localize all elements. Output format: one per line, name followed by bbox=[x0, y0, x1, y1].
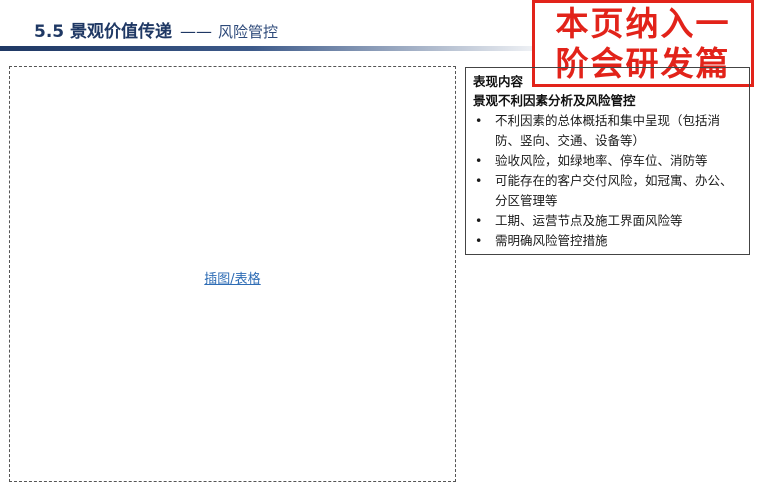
stamp-line-1: 本页纳入一 bbox=[555, 3, 731, 43]
content-heading: 表现内容 bbox=[473, 74, 524, 89]
slide-page: 5.5 景观价值传递 —— 风险管控 本页纳入一 阶会研发篇 插图/表格 表现内… bbox=[0, 0, 760, 483]
list-item: 需明确风险管控措施 bbox=[473, 231, 743, 251]
page-subtitle: 风险管控 bbox=[218, 23, 279, 41]
insert-figure-table-link[interactable]: 插图/表格 bbox=[10, 268, 455, 287]
content-subheading: 景观不利因素分析及风险管控 bbox=[473, 93, 636, 108]
list-item: 工期、运营节点及施工界面风险等 bbox=[473, 211, 743, 231]
list-item: 验收风险，如绿地率、停车位、消防等 bbox=[473, 151, 743, 171]
title-dash: —— bbox=[180, 22, 213, 41]
bullet-list: 不利因素的总体概括和集中呈现（包括消防、竖向、交通、设备等） 验收风险，如绿地率… bbox=[473, 111, 743, 251]
list-item: 可能存在的客户交付风险，如冠寓、办公、分区管理等 bbox=[473, 171, 743, 211]
content-panel: 表现内容 景观不利因素分析及风险管控 不利因素的总体概括和集中呈现（包括消防、竖… bbox=[465, 67, 750, 255]
page-title-row: 5.5 景观价值传递 —— 风险管控 bbox=[34, 17, 278, 43]
page-title: 5.5 景观价值传递 bbox=[34, 22, 173, 42]
figure-table-placeholder[interactable]: 插图/表格 bbox=[9, 66, 456, 482]
list-item: 不利因素的总体概括和集中呈现（包括消防、竖向、交通、设备等） bbox=[473, 111, 743, 151]
title-underline-bar bbox=[0, 46, 560, 51]
